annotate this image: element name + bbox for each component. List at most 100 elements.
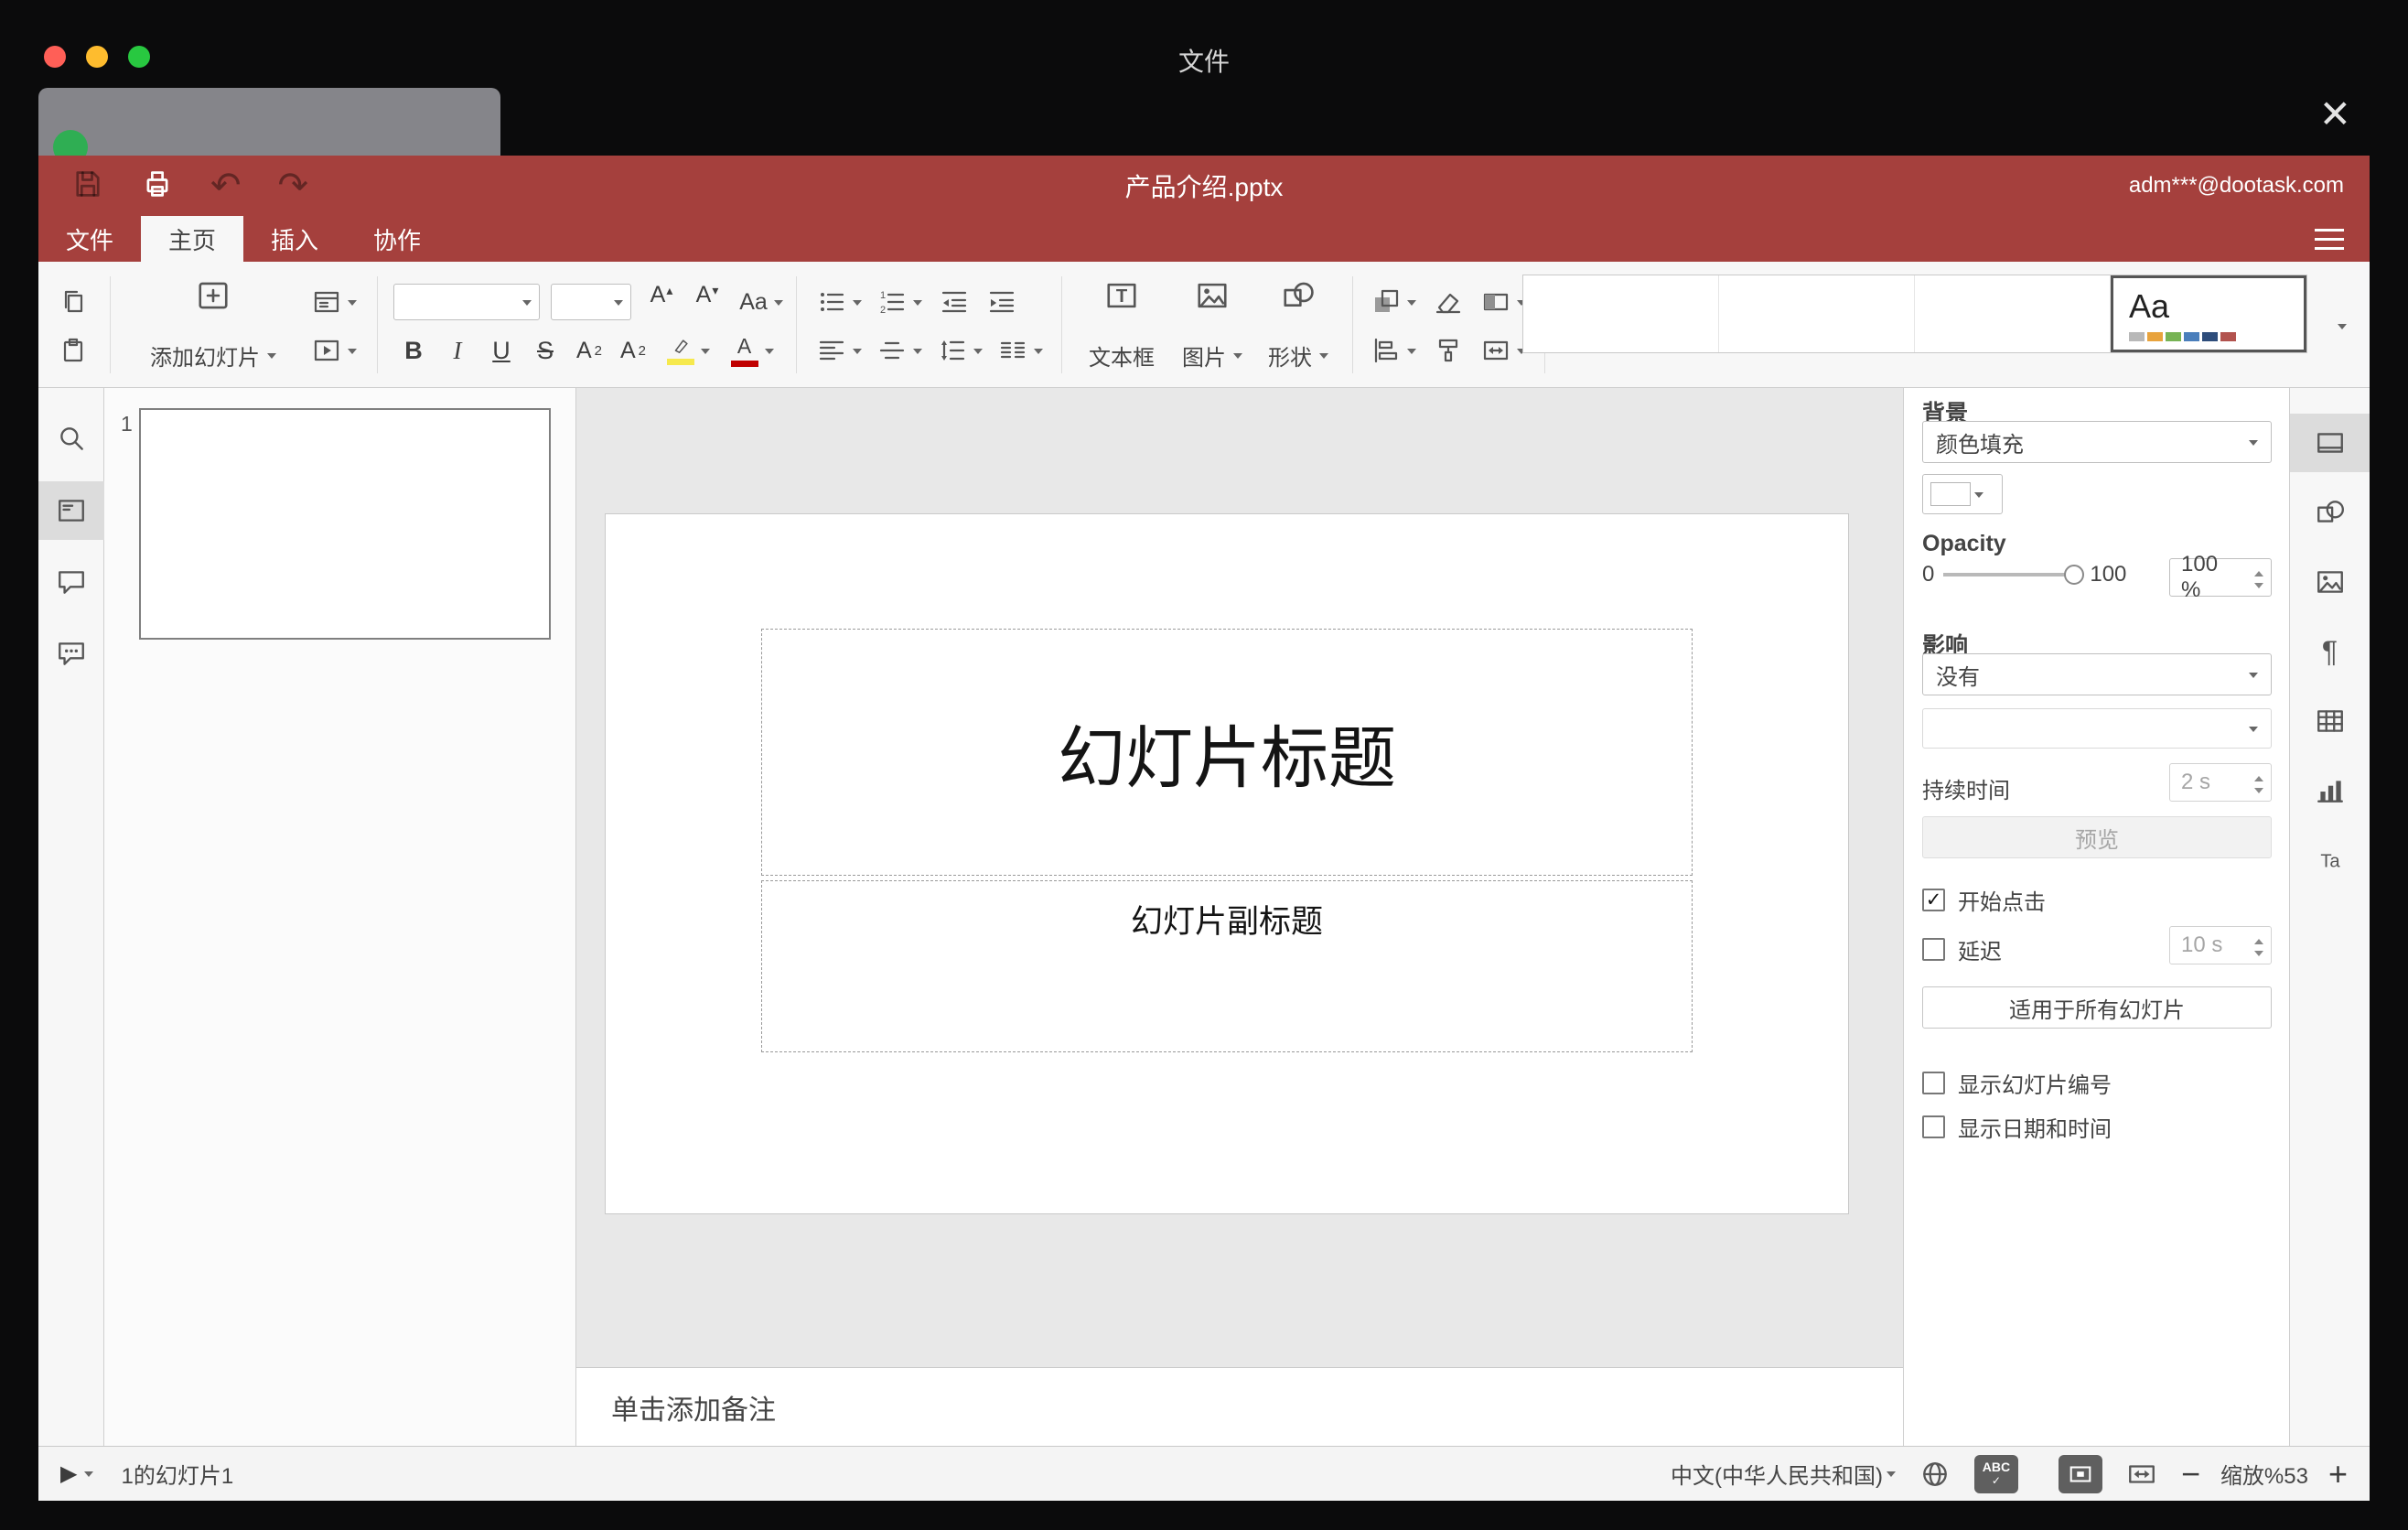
vertical-align-button[interactable] — [873, 330, 926, 371]
print-button[interactable] — [141, 167, 174, 205]
checkbox-unchecked[interactable] — [1922, 1115, 1945, 1138]
spinner-arrows[interactable] — [2254, 566, 2263, 593]
insert-shape-button[interactable]: 形状 — [1259, 273, 1338, 377]
bold-button[interactable]: B — [393, 330, 434, 371]
paragraph-settings-tab[interactable]: ¶ — [2290, 622, 2370, 681]
spellcheck-button[interactable]: ABC ✓ — [1973, 1454, 2018, 1493]
theme-thumbnail-selected[interactable]: Aa — [2111, 275, 2306, 352]
add-slide-button[interactable]: 添加幻灯片 — [126, 273, 300, 377]
tab-home[interactable]: 主页 — [141, 216, 244, 262]
numbered-list-button[interactable]: 12 — [873, 282, 926, 322]
textart-settings-tab[interactable]: Ta — [2290, 831, 2370, 889]
line-spacing-button[interactable] — [933, 330, 986, 371]
background-color-picker[interactable] — [1922, 474, 2003, 514]
opacity-slider[interactable] — [1943, 565, 2085, 585]
tab-insert[interactable]: 插入 — [243, 216, 346, 262]
insert-textbox-button[interactable]: T 文本框 — [1078, 273, 1166, 377]
show-date-time-checkbox-row[interactable]: 显示日期和时间 — [1922, 1111, 2112, 1143]
hamburger-menu-icon[interactable] — [2315, 228, 2344, 250]
increase-font-size-button[interactable]: A ▴ — [640, 282, 683, 322]
font-name-combo[interactable] — [393, 284, 540, 320]
chart-settings-tab[interactable] — [2290, 761, 2370, 820]
save-button[interactable] — [71, 167, 104, 205]
copy-style-button[interactable] — [1427, 330, 1469, 371]
close-icon[interactable]: ✕ — [2319, 95, 2351, 134]
undo-button[interactable]: ↶ — [210, 167, 242, 204]
start-slideshow-statusbar-button[interactable]: ▶ — [60, 1460, 94, 1487]
align-objects-button[interactable] — [1367, 330, 1420, 371]
preview-button[interactable]: 预览 — [1922, 816, 2272, 858]
opacity-slider-knob[interactable] — [2064, 565, 2085, 585]
slide-layout-button[interactable] — [306, 282, 362, 322]
duration-input[interactable]: 2 s — [2169, 763, 2272, 802]
chat-button[interactable] — [38, 624, 104, 683]
user-email[interactable]: adm***@dootask.com — [2129, 173, 2370, 199]
subscript-button[interactable]: A2 — [613, 330, 653, 371]
delay-input[interactable]: 10 s — [2169, 926, 2272, 964]
language-selector[interactable]: 中文(中华人民共和国) — [1671, 1458, 1896, 1490]
horizontal-align-button[interactable] — [812, 330, 865, 371]
fullscreen-traffic-light[interactable] — [128, 46, 150, 68]
image-settings-icon — [2317, 571, 2343, 593]
shape-settings-tab[interactable] — [2290, 483, 2370, 542]
checkbox-checked[interactable]: ✓ — [1922, 889, 1945, 911]
start-slideshow-button[interactable] — [306, 330, 362, 371]
bullet-list-button[interactable] — [812, 282, 865, 322]
copy-button[interactable] — [53, 282, 93, 322]
checkbox-unchecked[interactable] — [1922, 938, 1945, 961]
opacity-input[interactable]: 100 % — [2169, 552, 2272, 602]
slides-panel-button[interactable] — [38, 481, 104, 540]
theme-thumbnail[interactable] — [1719, 275, 1915, 352]
theme-thumbnail[interactable] — [1915, 275, 2111, 352]
notes-area[interactable]: 单击添加备注 — [576, 1367, 1903, 1446]
minimize-traffic-light[interactable] — [86, 46, 108, 68]
insert-image-button[interactable]: 图片 — [1173, 273, 1252, 377]
decrease-indent-button[interactable] — [933, 282, 975, 322]
arrange-shapes-button[interactable] — [1367, 282, 1420, 322]
underline-button[interactable]: U — [481, 330, 521, 371]
superscript-button[interactable]: A2 — [569, 330, 609, 371]
increase-indent-button[interactable] — [981, 282, 1023, 322]
effect-select[interactable]: 没有 — [1922, 653, 2272, 695]
comments-button[interactable] — [38, 553, 104, 611]
font-size-combo[interactable] — [551, 284, 631, 320]
theme-gallery-expand-button[interactable] — [2322, 306, 2359, 346]
image-settings-tab[interactable] — [2290, 553, 2370, 611]
highlight-color-button[interactable] — [659, 330, 717, 371]
paste-button[interactable] — [53, 330, 93, 371]
columns-button[interactable] — [994, 330, 1047, 371]
effect-option-select[interactable] — [1922, 708, 2272, 749]
document-language-button[interactable] — [1919, 1459, 1951, 1490]
zoom-level[interactable]: 缩放%53 — [2200, 1458, 2328, 1490]
decrease-font-size-button[interactable]: A ▾ — [686, 282, 728, 322]
clear-style-button[interactable] — [1427, 282, 1469, 322]
redo-button[interactable]: ↷ — [278, 167, 309, 204]
fit-to-slide-button[interactable] — [2058, 1454, 2102, 1493]
strikethrough-button[interactable]: S — [525, 330, 565, 371]
background-fill-select[interactable]: 颜色填充 — [1922, 421, 2272, 463]
close-traffic-light[interactable] — [44, 46, 66, 68]
start-on-click-checkbox-row[interactable]: ✓ 开始点击 — [1922, 884, 2046, 916]
change-case-button[interactable]: Aa — [732, 282, 790, 322]
font-color-button[interactable]: A — [723, 330, 781, 371]
tab-file[interactable]: 文件 — [38, 216, 141, 262]
theme-thumbnail[interactable] — [1523, 275, 1719, 352]
slide-settings-tab[interactable] — [2289, 414, 2370, 472]
apply-to-all-slides-button[interactable]: 适用于所有幻灯片 — [1922, 986, 2272, 1029]
subtitle-placeholder[interactable]: 幻灯片副标题 — [761, 880, 1693, 1052]
tab-collaboration[interactable]: 协作 — [346, 216, 448, 262]
italic-button[interactable]: I — [437, 330, 478, 371]
spinner-arrows[interactable] — [2254, 771, 2263, 798]
spinner-arrows[interactable] — [2254, 934, 2263, 961]
fit-to-width-button[interactable] — [2126, 1459, 2157, 1490]
checkbox-unchecked[interactable] — [1922, 1072, 1945, 1094]
title-placeholder[interactable]: 幻灯片标题 — [761, 629, 1693, 876]
zoom-in-button[interactable]: + — [2328, 1457, 2348, 1491]
delay-checkbox-row[interactable]: 延迟 — [1922, 933, 2002, 965]
show-slide-number-checkbox-row[interactable]: 显示幻灯片编号 — [1922, 1067, 2112, 1099]
zoom-out-button[interactable]: − — [2181, 1457, 2200, 1491]
slide-surface[interactable]: 幻灯片标题 幻灯片副标题 — [606, 514, 1848, 1213]
search-button[interactable] — [38, 410, 104, 469]
table-settings-tab[interactable] — [2290, 692, 2370, 750]
slide-thumbnail[interactable] — [139, 408, 551, 640]
